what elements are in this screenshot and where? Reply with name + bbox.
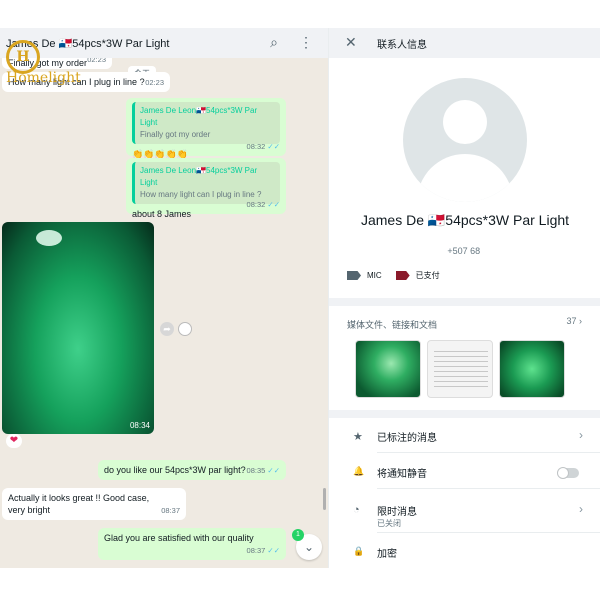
info-header: ✕ 联系人信息	[329, 28, 600, 58]
message-time: 08:35	[246, 466, 266, 475]
chevron-right-icon: ›	[579, 316, 582, 326]
contact-name: James De⁠ 🇵🇦54pcs*3W Par Light	[360, 212, 570, 228]
unread-count-badge: 1	[292, 529, 304, 541]
read-ticks-icon: ✓✓	[267, 466, 280, 475]
search-icon[interactable]: ⌕	[266, 34, 282, 52]
row-label: 加密	[377, 549, 397, 560]
image-message[interactable]: 08:34	[2, 222, 154, 434]
toggle-knob	[557, 467, 569, 479]
avatar[interactable]	[403, 78, 527, 202]
mute-toggle[interactable]	[557, 467, 579, 479]
chandelier-light	[36, 230, 62, 246]
starred-messages-row[interactable]: ★ 已标注的消息 ›	[329, 420, 600, 456]
forward-icon[interactable]: ➦	[160, 322, 174, 336]
media-count-number: 37	[566, 316, 577, 326]
message-text: Glad you are satisfied with our quality	[104, 533, 254, 543]
row-label: 限时消息	[377, 507, 417, 518]
row-divider	[377, 488, 600, 489]
lock-icon: 🔒	[353, 546, 365, 556]
message-time: 08:37	[161, 506, 180, 515]
message-bubble[interactable]: Glad you are satisfied with our quality …	[98, 528, 286, 560]
chat-panel: 今天 Finally got my order 02:23 How many l…	[0, 28, 328, 568]
quoted-message[interactable]: James De Leon🇵🇦54pcs*3W Par Light Finall…	[132, 102, 280, 144]
section-divider	[329, 410, 600, 418]
message-time: 08:32	[246, 200, 266, 209]
reaction-heart-icon[interactable]: ❤	[6, 434, 22, 448]
homelight-logo: H Homelight	[6, 40, 81, 86]
quoted-text: Finally got my order	[140, 130, 211, 139]
menu-icon[interactable]: ⋮	[298, 34, 314, 52]
chat-header[interactable]: James De⁠ 🇵🇦54pcs*3W Par Light ⌕ ⋮	[0, 28, 328, 58]
contact-info-panel: ✕ 联系人信息 James De⁠ 🇵🇦54pcs*3W Par Light +…	[328, 28, 600, 568]
contact-phone: +507 68⁠ ⁠	[447, 246, 483, 256]
label-tag-icon	[347, 271, 361, 280]
disappearing-messages-row[interactable]: ◔ 限时消息 已关闭 ›	[329, 494, 600, 530]
timer-icon: ◔	[353, 504, 360, 516]
mute-notifications-row[interactable]: 🔔 将通知静音	[329, 456, 600, 492]
message-text: about 8 James	[132, 209, 192, 219]
quoted-author: James De Leon🇵🇦54pcs*3W Par Light	[140, 166, 258, 187]
message-time: 08:34	[129, 421, 150, 430]
message-time-wrap: 08:32 ✓✓	[247, 199, 280, 211]
row-divider	[377, 452, 600, 453]
logo-mark: H	[6, 40, 40, 74]
section-divider	[329, 298, 600, 306]
label-tag-icon	[395, 271, 410, 280]
avatar-head-shape	[443, 100, 487, 144]
media-thumbnail[interactable]	[427, 340, 493, 398]
read-ticks-icon: ✓✓	[267, 546, 280, 555]
encryption-row[interactable]: 🔒 加密	[329, 536, 600, 572]
message-time: 02:23	[145, 78, 164, 87]
info-title: 联系人信息	[377, 40, 427, 51]
message-time-wrap: 08:32 ✓✓	[247, 141, 280, 153]
media-thumbnail[interactable]	[355, 340, 421, 398]
bell-icon: 🔔	[353, 466, 365, 476]
row-sublabel: 已关闭	[377, 519, 401, 528]
emoji-react-icon[interactable]	[178, 322, 192, 336]
logo-wordmark: Homelight	[6, 70, 81, 86]
message-text: Actually it looks great !! Good case, ve…	[8, 493, 150, 515]
label-text[interactable]: MIC	[367, 271, 382, 280]
message-text: do you like our 54pcs*3W par light?	[104, 465, 246, 475]
quoted-author: James De Leon🇵🇦54pcs*3W Par Light	[140, 106, 258, 127]
chevron-right-icon: ›	[579, 502, 583, 516]
chevron-right-icon: ›	[579, 428, 583, 442]
close-icon[interactable]: ✕	[345, 34, 357, 51]
quoted-message[interactable]: James De Leon🇵🇦54pcs*3W Par Light How ma…	[132, 162, 280, 204]
label-text[interactable]: 已支付	[416, 270, 440, 281]
message-time-wrap: 08:37 ✓✓	[247, 545, 280, 557]
read-ticks-icon: ✓✓	[267, 200, 280, 209]
message-bubble[interactable]: James De Leon🇵🇦54pcs*3W Par Light Finall…	[126, 98, 286, 159]
star-icon: ★	[353, 431, 363, 443]
read-ticks-icon: ✓✓	[267, 142, 280, 151]
message-time-wrap: 08:35 ✓✓	[247, 465, 280, 477]
row-label: 将通知静音	[377, 469, 427, 480]
message-time: 08:32	[246, 142, 266, 151]
media-thumbnail[interactable]	[499, 340, 565, 398]
message-bubble[interactable]: Actually it looks great !! Good case, ve…	[2, 488, 186, 520]
message-bubble[interactable]: do you like our 54pcs*3W par light? 08:3…	[98, 460, 286, 480]
message-bubble[interactable]: James De Leon🇵🇦54pcs*3W Par Light How ma…	[126, 158, 286, 219]
row-label: 已标注的消息	[377, 433, 437, 444]
media-section-label[interactable]: 媒体文件、链接和文档	[347, 318, 437, 331]
chat-scrollbar[interactable]	[323, 488, 326, 510]
contact-labels: MIC 已支付	[347, 270, 440, 281]
message-time: 08:37	[246, 546, 266, 555]
avatar-body-shape	[417, 154, 513, 202]
media-count[interactable]: 37 ›	[566, 316, 582, 326]
row-divider	[377, 532, 600, 533]
document-preview	[434, 347, 488, 391]
